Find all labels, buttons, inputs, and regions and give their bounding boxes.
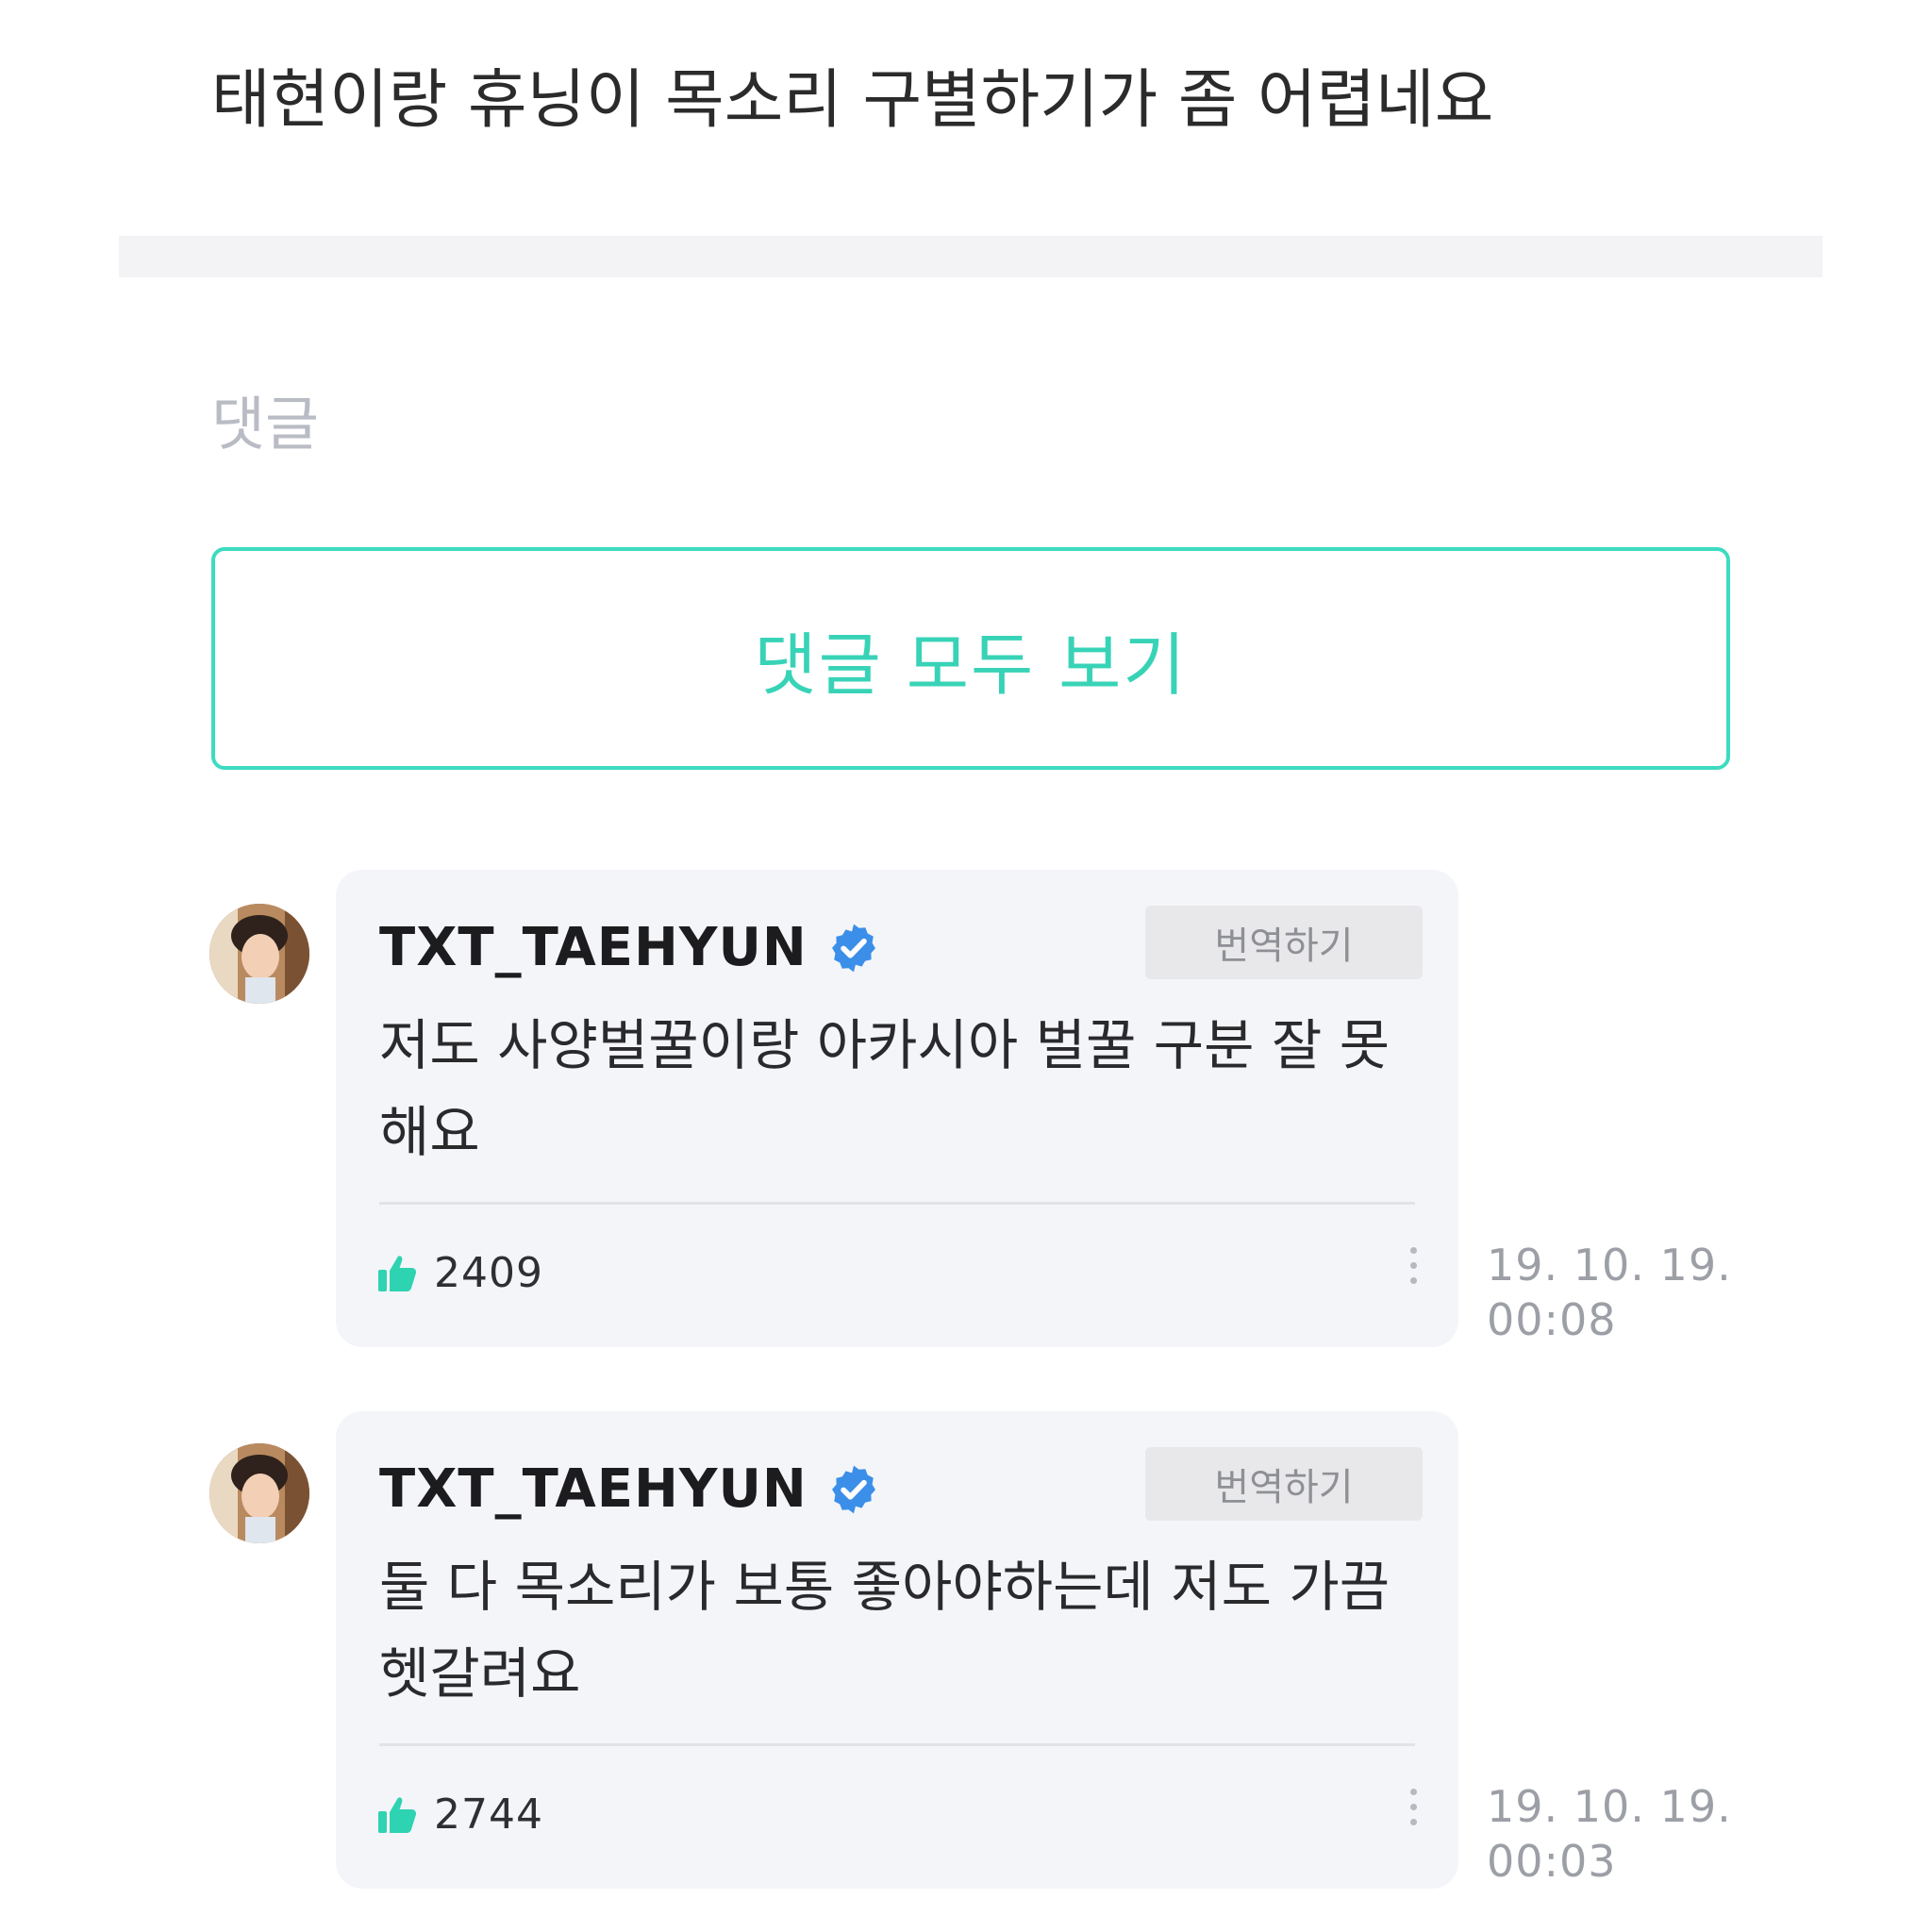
verified-badge-icon bbox=[831, 924, 875, 972]
like-button[interactable]: 2409 bbox=[375, 1249, 543, 1297]
page: 태현이랑 휴닝이 목소리 구별하기가 좀 어렵네요 댓글 댓글 모두 보기 TX… bbox=[0, 0, 1932, 1932]
comment-timestamp: 19. 10. 19. 00:08 bbox=[1487, 1238, 1732, 1347]
more-options-button[interactable] bbox=[1406, 1789, 1421, 1841]
comment-author: TXT_TAEHYUN bbox=[379, 917, 881, 978]
comment-body: 둘 다 목소리가 보통 좋아야하는데 저도 가끔 헷갈려요 bbox=[379, 1555, 1391, 1706]
comment-card: TXT_TAEHYUN 번역하기 둘 다 목소리가 보통 좋아야하는데 저도 가… bbox=[336, 1411, 1458, 1889]
comment-body: 저도 사양벌꿀이랑 아카시아 벌꿀 구분 잘 못해요 bbox=[379, 1013, 1391, 1164]
avatar-image bbox=[209, 904, 309, 1004]
comment-date: 19. 10. 19. bbox=[1487, 1781, 1732, 1832]
comment-time: 00:03 bbox=[1487, 1836, 1617, 1887]
section-divider bbox=[119, 236, 1823, 277]
more-vertical-icon-dot bbox=[1409, 1277, 1417, 1284]
comment-time: 00:08 bbox=[1487, 1294, 1617, 1345]
translate-button[interactable]: 번역하기 bbox=[1145, 906, 1423, 979]
author-name[interactable]: TXT_TAEHYUN bbox=[379, 917, 808, 978]
more-vertical-icon-dot bbox=[1409, 1262, 1417, 1269]
comment-card: TXT_TAEHYUN 번역하기 저도 사양벌꿀이랑 아카시아 벌꿀 구분 잘 … bbox=[336, 870, 1458, 1347]
like-button[interactable]: 2744 bbox=[375, 1790, 543, 1839]
thumbs-up-icon bbox=[378, 1255, 417, 1291]
avatar[interactable] bbox=[209, 904, 309, 1004]
comment-date: 19. 10. 19. bbox=[1487, 1240, 1732, 1291]
view-all-comments-label: 댓글 모두 보기 bbox=[754, 625, 1188, 705]
comment-timestamp: 19. 10. 19. 00:03 bbox=[1487, 1779, 1732, 1889]
more-vertical-icon bbox=[1409, 1247, 1417, 1254]
more-vertical-icon-dot bbox=[1409, 1804, 1417, 1810]
more-options-button[interactable] bbox=[1406, 1247, 1421, 1300]
card-divider bbox=[379, 1202, 1415, 1205]
author-name[interactable]: TXT_TAEHYUN bbox=[379, 1458, 808, 1520]
more-vertical-icon bbox=[1409, 1789, 1417, 1795]
card-divider bbox=[379, 1743, 1415, 1746]
avatar[interactable] bbox=[209, 1443, 309, 1543]
like-count: 2409 bbox=[434, 1249, 543, 1297]
avatar-image bbox=[209, 1443, 309, 1543]
view-all-comments-button[interactable]: 댓글 모두 보기 bbox=[211, 547, 1730, 770]
like-count: 2744 bbox=[434, 1790, 543, 1839]
post-text: 태현이랑 휴닝이 목소리 구별하기가 좀 어렵네요 bbox=[211, 63, 1494, 138]
thumbs-up-icon bbox=[378, 1796, 417, 1833]
translate-button[interactable]: 번역하기 bbox=[1145, 1447, 1423, 1521]
comment-author: TXT_TAEHYUN bbox=[379, 1458, 881, 1520]
verified-badge-icon bbox=[831, 1465, 875, 1513]
comments-section-title: 댓글 bbox=[211, 390, 320, 458]
more-vertical-icon-dot bbox=[1409, 1819, 1417, 1825]
